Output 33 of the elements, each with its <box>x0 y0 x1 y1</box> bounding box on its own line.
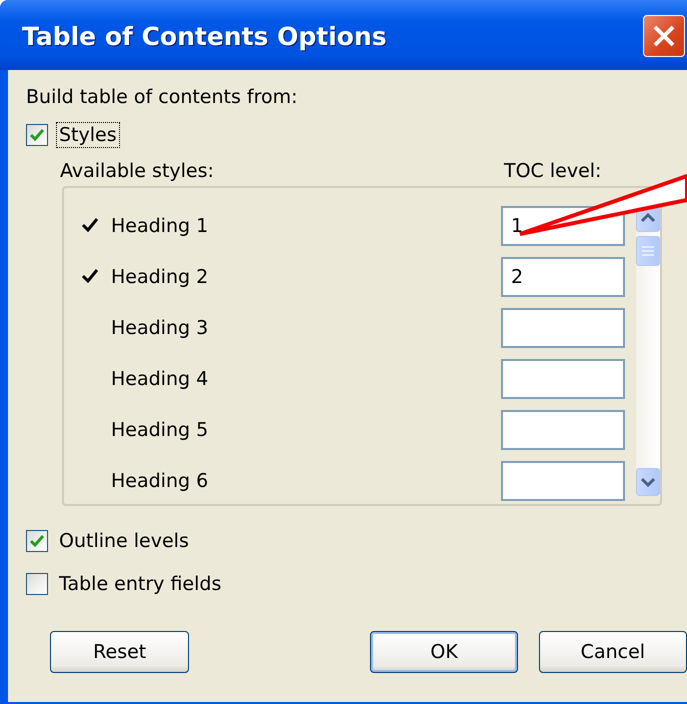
default-button[interactable]: OK <box>370 631 518 673</box>
level-field[interactable] <box>501 410 625 450</box>
checkbox-label[interactable]: Outline levels <box>56 528 192 554</box>
window-title: Table of Contents Options <box>22 22 387 50</box>
style-name: Heading 4 <box>111 368 210 390</box>
dialog-button[interactable]: Cancel <box>538 631 687 673</box>
grip-icon <box>641 245 655 257</box>
scroll-thumb[interactable] <box>636 236 660 266</box>
column-header: Available styles: <box>60 160 215 182</box>
level-field[interactable]: 2 <box>501 257 625 297</box>
check-icon <box>30 535 44 547</box>
close-icon <box>652 24 676 48</box>
chevron-up-icon <box>641 213 655 223</box>
style-name: Heading 2 <box>111 266 210 288</box>
level-field[interactable] <box>501 359 625 399</box>
section-label: Build table of contents from: <box>26 86 299 108</box>
dialog-button[interactable]: Reset <box>50 631 190 673</box>
style-name: Heading 6 <box>111 470 210 492</box>
checkbox[interactable] <box>26 530 48 552</box>
check-icon <box>30 129 44 141</box>
level-field[interactable] <box>501 461 625 501</box>
level-field[interactable] <box>501 308 625 348</box>
scroll-down-button[interactable] <box>636 468 660 496</box>
style-name: Heading 1 <box>111 215 210 237</box>
checkbox-label[interactable]: Table entry fields <box>56 571 224 597</box>
close-button[interactable] <box>643 15 685 57</box>
checkbox-label[interactable]: Styles <box>56 122 120 148</box>
style-name: Heading 5 <box>111 419 210 441</box>
column-header: TOC level: <box>504 160 602 182</box>
chevron-down-icon <box>641 477 655 487</box>
checkbox[interactable] <box>26 124 48 146</box>
style-name: Heading 3 <box>111 317 210 339</box>
checkbox[interactable] <box>26 573 48 595</box>
